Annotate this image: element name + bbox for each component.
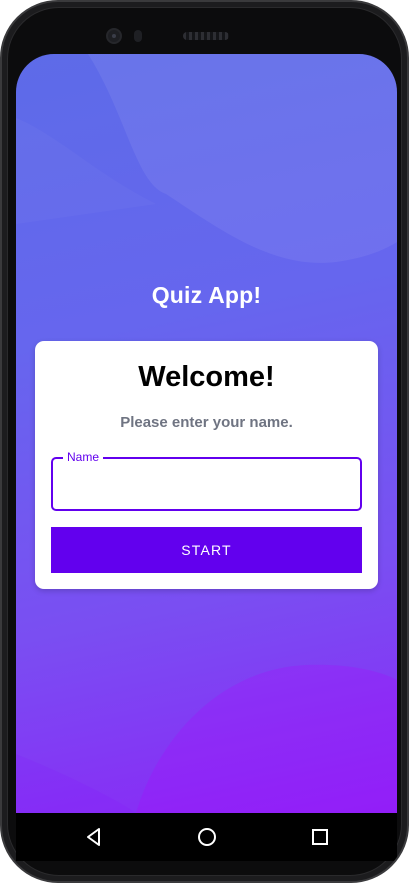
home-icon[interactable] xyxy=(193,823,221,851)
name-field[interactable]: Name xyxy=(51,450,362,511)
proximity-sensor xyxy=(134,30,142,42)
earpiece-speaker xyxy=(183,32,229,40)
recents-icon[interactable] xyxy=(306,823,334,851)
phone-frame: Quiz App! Welcome! Please enter your nam… xyxy=(0,0,409,883)
back-icon[interactable] xyxy=(80,823,108,851)
name-prompt: Please enter your name. xyxy=(120,414,293,431)
app-title: Quiz App! xyxy=(151,282,262,308)
welcome-heading: Welcome! xyxy=(138,361,275,393)
name-input[interactable] xyxy=(65,471,354,499)
welcome-card: Welcome! Please enter your name. Name ST… xyxy=(35,341,378,589)
front-camera xyxy=(106,28,122,44)
app-screen: Quiz App! Welcome! Please enter your nam… xyxy=(16,54,397,813)
android-nav-bar xyxy=(16,813,397,861)
start-button[interactable]: START xyxy=(51,527,362,573)
name-field-label: Name xyxy=(63,450,104,464)
